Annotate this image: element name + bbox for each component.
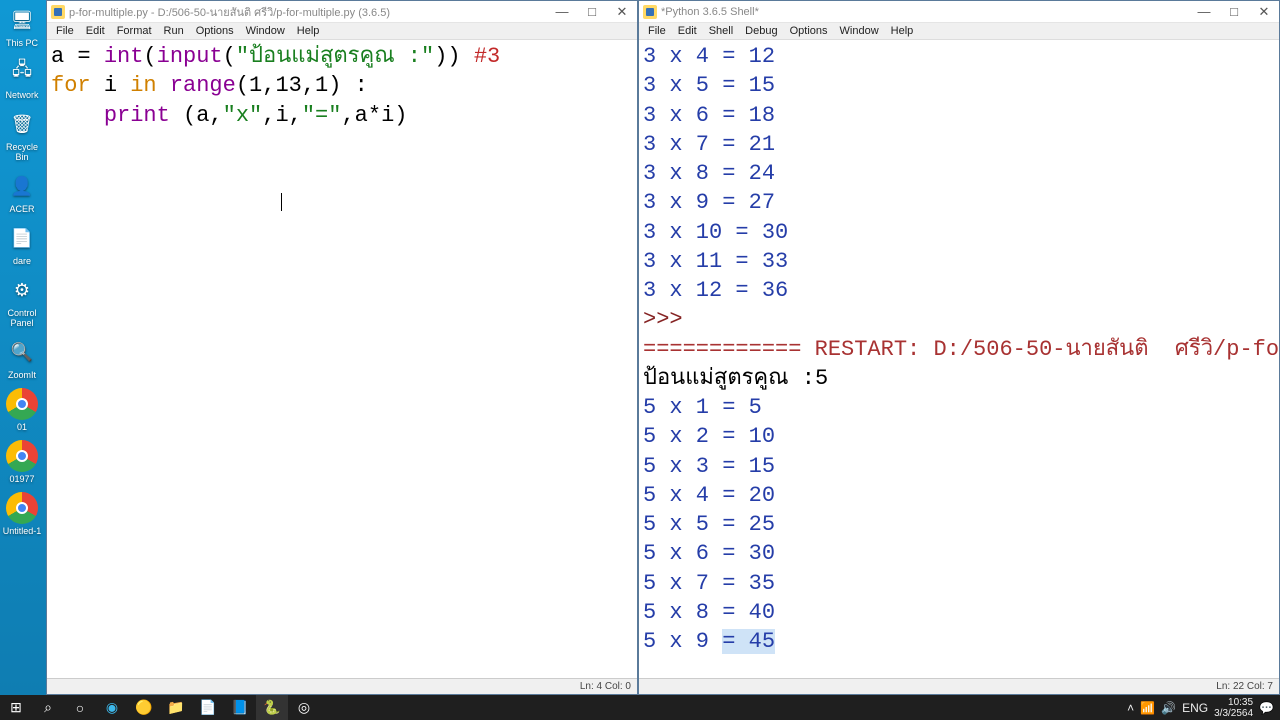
- editor-title: p-for-multiple.py - D:/506-50-นายสันติ ศ…: [69, 3, 551, 21]
- close-button[interactable]: ✕: [1253, 4, 1275, 20]
- search-button[interactable]: ⌕: [32, 695, 64, 720]
- desktop-icon-01[interactable]: 01: [0, 388, 44, 432]
- desktop-icon-this-pc[interactable]: 🖥This PC: [0, 4, 44, 48]
- desktop-icon-acer[interactable]: 👤ACER: [0, 170, 44, 214]
- python-icon: [643, 5, 657, 19]
- menu-file[interactable]: File: [643, 24, 671, 38]
- menu-help[interactable]: Help: [292, 24, 325, 38]
- shell-output[interactable]: 3 x 4 = 12 3 x 5 = 15 3 x 6 = 18 3 x 7 =…: [639, 40, 1279, 678]
- menu-options[interactable]: Options: [191, 24, 239, 38]
- desktop: 🖥This PC 🖧Network 🗑Recycle Bin 👤ACER 📄dare ⚙C…: [0, 0, 46, 695]
- desktop-icon-dare[interactable]: 📄dare: [0, 222, 44, 266]
- menu-debug[interactable]: Debug: [740, 24, 782, 38]
- start-button[interactable]: ⊞: [0, 695, 32, 720]
- desktop-icon-network[interactable]: 🖧Network: [0, 56, 44, 100]
- clock[interactable]: 10:353/3/2564: [1214, 697, 1253, 719]
- menu-edit[interactable]: Edit: [673, 24, 702, 38]
- menu-format[interactable]: Format: [112, 24, 157, 38]
- close-button[interactable]: ✕: [611, 4, 633, 20]
- menu-help[interactable]: Help: [886, 24, 919, 38]
- taskbar: ⊞ ⌕ ○ ◉ 🟡 📁 📄 📘 🐍 ◎ ˄ 📶 🔊 ENG 10:353/3/2…: [0, 695, 1280, 720]
- notifications-icon[interactable]: 💬: [1259, 701, 1274, 715]
- maximize-button[interactable]: □: [581, 4, 603, 20]
- editor-window: p-for-multiple.py - D:/506-50-นายสันติ ศ…: [46, 0, 638, 695]
- explorer-icon[interactable]: 📁: [160, 695, 192, 720]
- menu-edit[interactable]: Edit: [81, 24, 110, 38]
- menu-window[interactable]: Window: [241, 24, 290, 38]
- text-cursor: [281, 193, 282, 211]
- minimize-button[interactable]: —: [1193, 4, 1215, 20]
- editor-statusbar: Ln: 4 Col: 0: [47, 678, 637, 694]
- word-icon[interactable]: 📘: [224, 695, 256, 720]
- editor-area[interactable]: a = int(input("ป้อนแม่สูตรคูณ :")) #3 fo…: [47, 40, 637, 678]
- menu-window[interactable]: Window: [835, 24, 884, 38]
- notepad-icon[interactable]: 📄: [192, 695, 224, 720]
- menu-shell[interactable]: Shell: [704, 24, 738, 38]
- idle-taskbar-icon[interactable]: 🐍: [256, 695, 288, 720]
- maximize-button[interactable]: □: [1223, 4, 1245, 20]
- shell-statusbar: Ln: 22 Col: 7: [639, 678, 1279, 694]
- desktop-icon-01977[interactable]: 01977: [0, 440, 44, 484]
- menu-options[interactable]: Options: [785, 24, 833, 38]
- menu-run[interactable]: Run: [159, 24, 189, 38]
- edge-icon[interactable]: ◉: [96, 695, 128, 720]
- menu-file[interactable]: File: [51, 24, 79, 38]
- desktop-icon-zoomit[interactable]: 🔍ZoomIt: [0, 336, 44, 380]
- minimize-button[interactable]: —: [551, 4, 573, 20]
- shell-menubar: FileEditShellDebugOptionsWindowHelp: [639, 23, 1279, 40]
- chrome-taskbar-icon[interactable]: 🟡: [128, 695, 160, 720]
- editor-titlebar[interactable]: p-for-multiple.py - D:/506-50-นายสันติ ศ…: [47, 1, 637, 23]
- desktop-icon-recycle-bin[interactable]: 🗑Recycle Bin: [0, 108, 44, 162]
- shell-titlebar[interactable]: *Python 3.6.5 Shell* — □ ✕: [639, 1, 1279, 23]
- cortana-button[interactable]: ○: [64, 695, 96, 720]
- desktop-icon-control-panel[interactable]: ⚙Control Panel: [0, 274, 44, 328]
- editor-menubar: FileEditFormatRunOptionsWindowHelp: [47, 23, 637, 40]
- language-indicator[interactable]: ENG: [1182, 701, 1208, 715]
- python-icon: [51, 5, 65, 19]
- obs-icon[interactable]: ◎: [288, 695, 320, 720]
- wifi-icon[interactable]: 📶: [1140, 701, 1155, 715]
- volume-icon[interactable]: 🔊: [1161, 701, 1176, 715]
- tray-chevron-icon[interactable]: ˄: [1127, 701, 1134, 715]
- desktop-icon-untitled-1[interactable]: Untitled-1: [0, 492, 44, 536]
- shell-title: *Python 3.6.5 Shell*: [661, 6, 1193, 18]
- system-tray: ˄ 📶 🔊 ENG 10:353/3/2564 💬: [1127, 697, 1280, 719]
- shell-window: *Python 3.6.5 Shell* — □ ✕ FileEditShell…: [638, 0, 1280, 695]
